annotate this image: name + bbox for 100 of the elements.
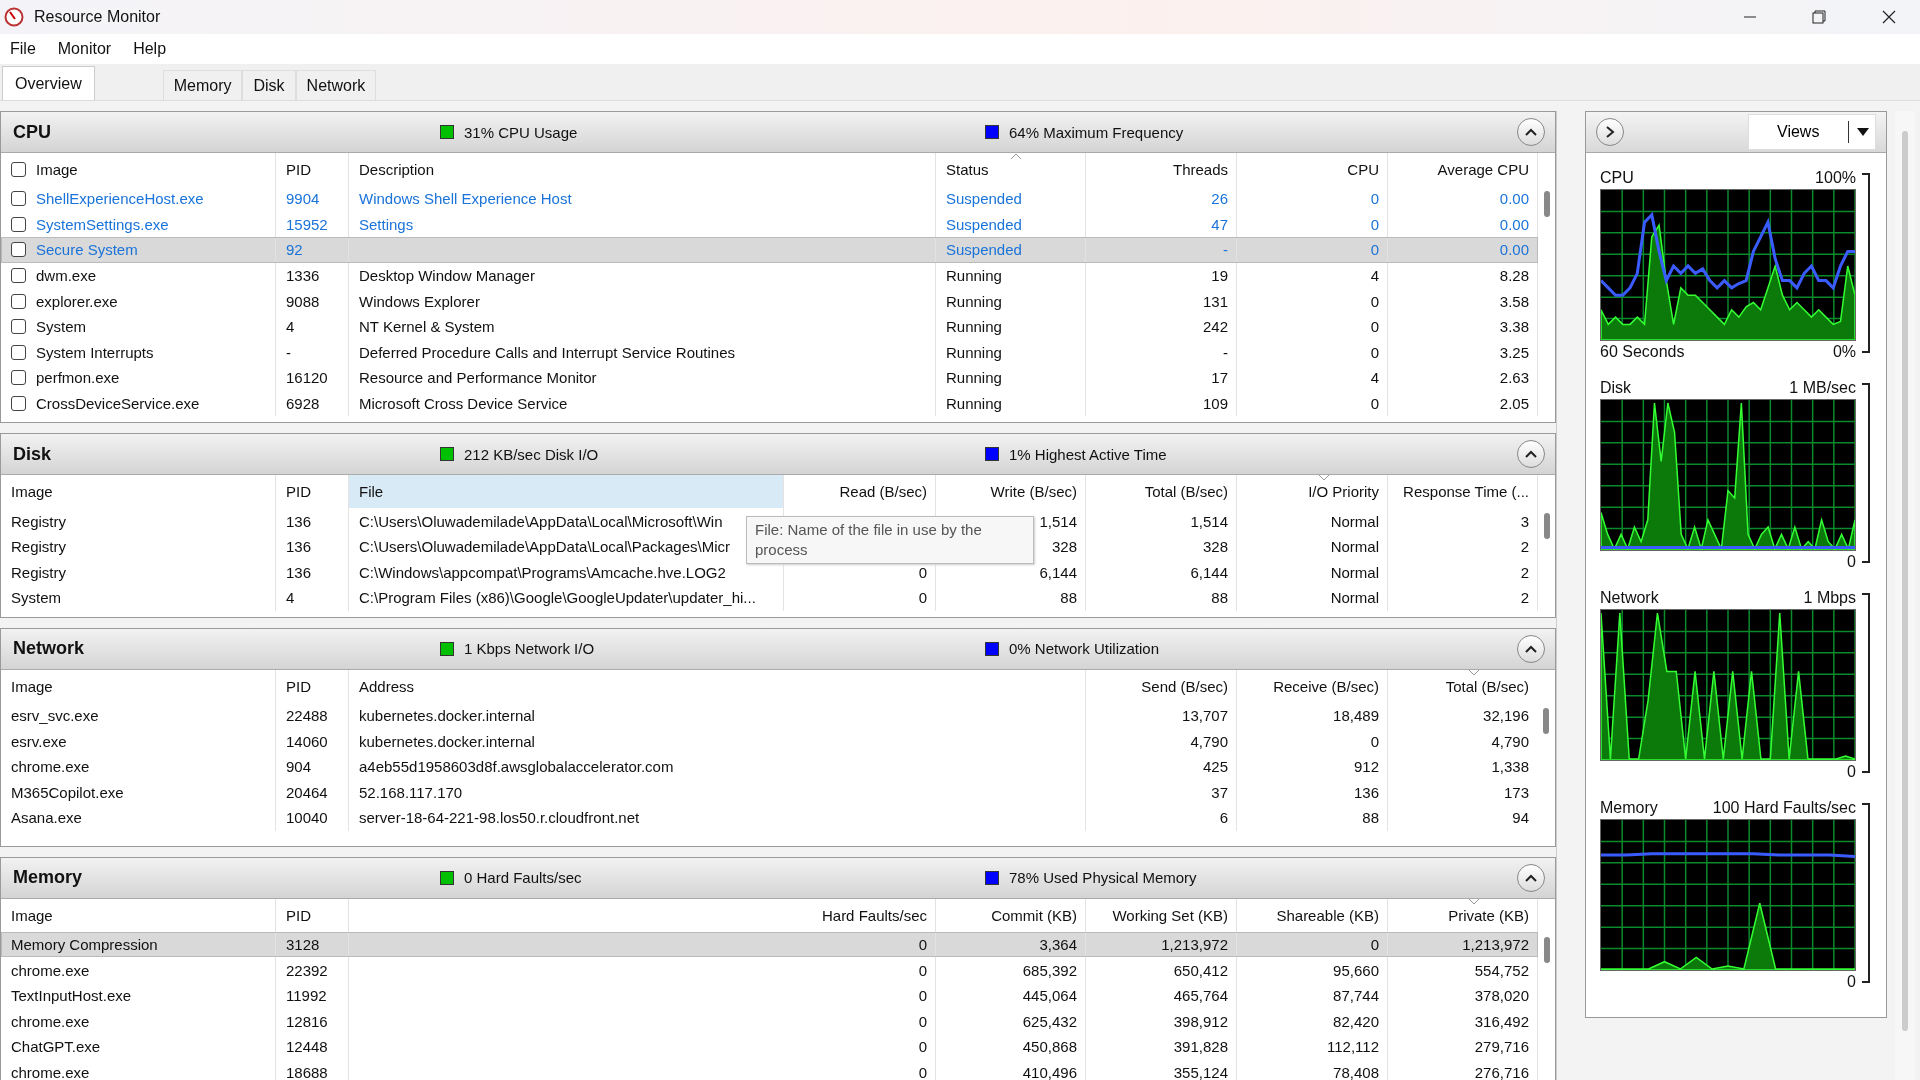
column-header[interactable]: Image xyxy=(1,898,276,932)
table-cell: 3,364 xyxy=(1039,936,1077,953)
column-header[interactable]: I/O Priority xyxy=(1237,475,1388,509)
table-cell: 0 xyxy=(918,1038,927,1056)
table-cell: Settings xyxy=(359,215,414,233)
column-header[interactable]: Response Time (... xyxy=(1388,475,1538,509)
column-header[interactable]: Threads xyxy=(1086,153,1237,186)
column-header[interactable]: Hard Faults/sec xyxy=(349,898,936,932)
table-cell: 650,412 xyxy=(1173,961,1228,979)
table-cell: 3.58 xyxy=(1499,292,1529,310)
menu-item[interactable]: Help xyxy=(133,40,167,58)
column-header[interactable]: Working Set (KB) xyxy=(1086,898,1237,932)
column-header[interactable]: Image xyxy=(1,153,276,186)
section-header[interactable]: Network 1 Kbps Network I/O 0% Network Utilization xyxy=(1,628,1555,670)
checkbox[interactable] xyxy=(11,191,26,207)
table-cell: 1,213,972 xyxy=(1161,936,1228,953)
column-header[interactable]: Image xyxy=(1,475,276,509)
chevron-up-icon xyxy=(1525,873,1537,882)
table-cell: 2 xyxy=(1520,538,1529,556)
table-cell: 52.168.117.170 xyxy=(359,783,463,801)
column-header[interactable]: Send (B/sec) xyxy=(1086,669,1237,703)
column-header[interactable]: Total (B/sec) xyxy=(1086,475,1237,509)
column-header[interactable]: PID xyxy=(276,898,349,932)
tab[interactable]: Memory xyxy=(162,70,243,100)
table-cell: 0 xyxy=(1370,215,1379,233)
column-header[interactable]: Status xyxy=(936,153,1086,186)
graph-min-label: 0% xyxy=(1832,343,1856,361)
table-cell: 1,514 xyxy=(1190,512,1228,530)
checkbox[interactable] xyxy=(11,242,26,258)
table-cell: Normal xyxy=(1330,538,1379,556)
table-cell: 3.25 xyxy=(1499,343,1529,361)
table-cell: 391,828 xyxy=(1173,1038,1228,1056)
menu-item[interactable]: File xyxy=(10,40,36,58)
column-header[interactable]: Receive (B/sec) xyxy=(1237,669,1388,703)
stat-text: 1% Highest Active Time xyxy=(1009,445,1167,463)
chevron-up-icon xyxy=(1525,128,1537,136)
checkbox[interactable] xyxy=(11,162,26,177)
checkbox[interactable] xyxy=(11,344,26,360)
table-cell: 4,790 xyxy=(1190,732,1228,750)
table-cell: - xyxy=(1223,343,1228,361)
table-cell: 0.00 xyxy=(1499,215,1529,233)
checkbox[interactable] xyxy=(11,319,26,335)
views-button[interactable]: Views xyxy=(1748,114,1876,150)
table-cell: 136 xyxy=(1353,783,1379,801)
column-header[interactable]: Average CPU xyxy=(1388,153,1538,186)
table-cell: 109 xyxy=(1202,395,1228,413)
checkbox[interactable] xyxy=(11,293,26,309)
column-header[interactable]: CPU xyxy=(1237,153,1388,186)
table-cell: 9904 xyxy=(286,190,320,208)
forward-button[interactable] xyxy=(1596,118,1624,146)
tab[interactable]: Network xyxy=(295,70,377,100)
table-cell: kubernetes.docker.internal xyxy=(359,732,535,750)
collapse-button[interactable] xyxy=(1517,863,1545,892)
tab[interactable]: Overview xyxy=(2,66,95,100)
column-header[interactable]: Total (B/sec) xyxy=(1388,669,1537,703)
column-header[interactable]: Address xyxy=(349,669,1086,703)
collapse-button[interactable] xyxy=(1517,118,1545,146)
table-cell: Resource and Performance Monitor xyxy=(359,369,597,387)
checkbox[interactable] xyxy=(11,268,26,284)
table-cell: 450,868 xyxy=(1022,1038,1077,1056)
stat-text: 31% CPU Usage xyxy=(464,123,578,141)
column-header[interactable]: Private (KB) xyxy=(1388,898,1538,932)
checkbox[interactable] xyxy=(11,396,26,412)
menu-item[interactable]: Monitor xyxy=(57,40,112,58)
table-cell: 26 xyxy=(1211,190,1228,208)
tab[interactable]: Disk xyxy=(242,70,296,100)
column-header[interactable]: Image xyxy=(1,669,276,703)
column-header[interactable]: Read (B/sec) xyxy=(784,475,936,509)
column-header[interactable]: Description xyxy=(349,153,936,186)
close-icon[interactable] xyxy=(1882,10,1896,24)
column-header[interactable]: Write (B/sec) xyxy=(936,475,1086,509)
table-cell: 4 xyxy=(286,589,295,607)
table-cell: 465,764 xyxy=(1173,987,1228,1005)
column-header[interactable]: Commit (KB) xyxy=(936,898,1086,932)
section-header[interactable]: Disk 212 KB/sec Disk I/O 1% Highest Active Time xyxy=(1,434,1555,476)
table-cell: chrome.exe xyxy=(11,961,90,979)
table-cell: Registry xyxy=(11,538,66,556)
table-cell: 94 xyxy=(1512,809,1529,827)
checkbox[interactable] xyxy=(11,370,26,386)
table-cell: - xyxy=(1223,241,1228,259)
table-cell: 0 xyxy=(918,563,927,581)
collapse-button[interactable] xyxy=(1517,634,1545,663)
section-header[interactable]: Memory 0 Hard Faults/sec 78% Used Physical Memory xyxy=(1,857,1555,899)
section-header[interactable]: CPU 31% CPU Usage 64% Maximum Frequency xyxy=(1,112,1555,153)
table-cell: 131 xyxy=(1202,292,1228,310)
column-header[interactable]: PID xyxy=(276,153,349,186)
table-cell: explorer.exe xyxy=(36,292,118,310)
checkbox[interactable] xyxy=(11,216,26,232)
column-header[interactable]: Shareable (KB) xyxy=(1237,898,1388,932)
graph-title: CPU xyxy=(1600,169,1634,187)
column-header[interactable]: File xyxy=(349,475,784,509)
table-cell: 88 xyxy=(1060,589,1077,607)
table-cell: 328 xyxy=(1051,538,1077,556)
collapse-button[interactable] xyxy=(1517,440,1545,469)
table-cell: ShellExperienceHost.exe xyxy=(36,190,204,208)
table-cell: 2 xyxy=(1520,589,1529,607)
table-cell: chrome.exe xyxy=(11,1012,90,1030)
table-cell: Normal xyxy=(1330,563,1379,581)
column-header[interactable]: PID xyxy=(276,669,349,703)
restore-icon[interactable] xyxy=(1812,10,1826,24)
